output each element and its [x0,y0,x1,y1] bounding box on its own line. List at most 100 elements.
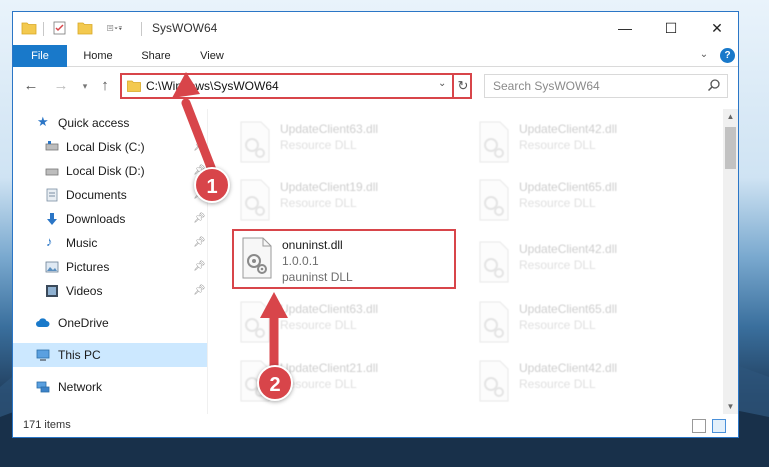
dll-file-icon [479,121,509,163]
file-name: UpdateClient63.dll [280,122,379,136]
close-button[interactable]: ✕ [694,12,738,44]
file-tile[interactable]: UpdateClient65.dll Resource DLL [471,173,695,231]
file-name: UpdateClient63.dll [280,302,379,316]
file-tile[interactable]: UpdateClient42.dll Resource DLL [471,354,695,412]
scroll-down-icon[interactable]: ▼ [723,399,738,414]
file-description: Resource DLL [280,318,357,332]
file-tile-onuninst[interactable]: onuninst.dll 1.0.0.1 pauninst DLL [232,229,456,289]
file-version: 1.0.0.1 [282,254,319,268]
dll-file-icon [242,237,272,279]
sidebar-item-label: Pictures [66,260,110,274]
pin-icon: 📌︎ [193,285,206,296]
sidebar-item-quick-access[interactable]: ★ Quick access [13,111,207,135]
file-tile[interactable]: UpdateClient63.dll Resource DLL [232,115,456,173]
sidebar-item-this-pc[interactable]: This PC [13,343,207,367]
videos-icon [46,285,58,297]
scroll-up-icon[interactable]: ▲ [723,109,738,124]
separator [141,22,142,36]
separator [43,22,44,36]
computer-icon [36,349,50,361]
sidebar-item-onedrive[interactable]: OneDrive [13,311,207,335]
tab-home[interactable]: Home [79,45,117,67]
item-count: 171 items [23,419,71,431]
star-icon: ★ [37,114,49,129]
file-description: Resource DLL [519,377,596,391]
sidebar-item-label: Quick access [58,116,130,130]
customize-toolbar-icon[interactable] [107,21,123,35]
back-arrow-icon[interactable]: ← [21,76,41,96]
file-description: Resource DLL [519,318,596,332]
sidebar-item-pictures[interactable]: Pictures 📌︎ [13,255,207,279]
search-input[interactable]: Search SysWOW64 [493,79,600,93]
sidebar-item-label: OneDrive [58,316,109,330]
file-description: pauninst DLL [282,270,353,284]
tiles-view-icon[interactable] [712,419,726,433]
sidebar-item-videos[interactable]: Videos 📌︎ [13,279,207,303]
file-tile[interactable]: UpdateClient63.dll Resource DLL [232,295,456,353]
title-bar: SysWOW64 — ☐ ✕ [13,12,738,45]
address-bar[interactable]: C:\Windows\SysWOW64 ⌄ ↻ [120,73,472,99]
step-badge-2: 2 [257,365,293,401]
sidebar-item-music[interactable]: ♪ Music 📌︎ [13,231,207,255]
help-icon[interactable]: ? [720,48,735,63]
sidebar-item-local-disk-d[interactable]: Local Disk (D:) 📌︎ [13,159,207,183]
tab-file[interactable]: File [13,45,67,67]
file-tile[interactable]: UpdateClient65.dll Resource DLL [471,295,695,353]
file-tile[interactable]: UpdateClient42.dll Resource DLL [471,115,695,173]
forward-arrow-icon[interactable]: → [51,76,71,96]
navigation-bar: ← → ▾ ↑ C:\Windows\SysWOW64 ⌄ ↻ Search S… [13,68,738,104]
details-view-icon[interactable] [692,419,706,433]
sidebar-item-label: Documents [66,188,127,202]
file-description: Resource DLL [280,138,357,152]
pin-icon: 📌︎ [193,141,206,152]
scroll-thumb[interactable] [725,127,736,169]
navigation-pane: ★ Quick access Local Disk (C:) 📌︎ Local … [13,109,207,414]
file-name: UpdateClient42.dll [519,242,618,256]
drive-icon [45,168,59,176]
refresh-icon[interactable]: ↻ [452,73,472,99]
file-tile[interactable]: UpdateClient42.dll Resource DLL [471,235,695,293]
sidebar-item-documents[interactable]: Documents 📌︎ [13,183,207,207]
file-tile[interactable]: UpdateClient19.dll Resource DLL [232,173,456,231]
status-bar: 171 items [13,414,738,437]
file-name: UpdateClient19.dll [280,180,379,194]
download-icon [47,213,57,225]
tab-share[interactable]: Share [138,45,174,67]
file-name: UpdateClient21.dll [280,361,379,375]
search-box[interactable]: Search SysWOW64 [484,74,728,98]
explorer-window: SysWOW64 — ☐ ✕ File Home Share View ⌄ ? … [12,11,739,438]
step-badge-1: 1 [194,167,230,203]
sidebar-item-label: Videos [66,284,103,298]
file-name: UpdateClient65.dll [519,180,618,194]
expand-ribbon-icon[interactable]: ⌄ [697,49,711,63]
chevron-down-icon[interactable]: ⌄ [438,78,446,89]
vertical-scrollbar[interactable]: ▲ ▼ [723,109,738,414]
recent-locations-icon[interactable]: ▾ [75,76,95,96]
file-name: UpdateClient42.dll [519,122,618,136]
file-name: UpdateClient42.dll [519,361,618,375]
ribbon-tabs: File Home Share View ⌄ ? [13,45,738,67]
sidebar-item-network[interactable]: Network [13,375,207,399]
maximize-button[interactable]: ☐ [648,12,694,44]
sidebar-item-local-disk-c[interactable]: Local Disk (C:) 📌︎ [13,135,207,159]
sidebar-item-label: Music [66,236,98,250]
folder-icon[interactable] [21,21,37,35]
dll-file-icon [479,241,509,283]
properties-icon[interactable] [52,21,68,35]
tab-view[interactable]: View [197,45,227,67]
sidebar-item-label: Downloads [66,212,126,226]
sidebar-item-downloads[interactable]: Downloads 📌︎ [13,207,207,231]
new-folder-icon[interactable] [77,21,93,35]
folder-icon [127,80,141,92]
file-name: onuninst.dll [282,238,343,252]
pictures-icon [45,261,59,273]
dll-file-icon [479,179,509,221]
search-icon[interactable] [707,78,721,92]
music-icon: ♪ [46,234,53,249]
address-path[interactable]: C:\Windows\SysWOW64 [146,79,279,93]
minimize-button[interactable]: — [602,12,648,44]
pin-icon: 📌︎ [193,237,206,248]
up-arrow-icon[interactable]: ↑ [95,76,115,96]
pin-icon: 📌︎ [193,213,206,224]
pin-icon: 📌︎ [193,261,206,272]
